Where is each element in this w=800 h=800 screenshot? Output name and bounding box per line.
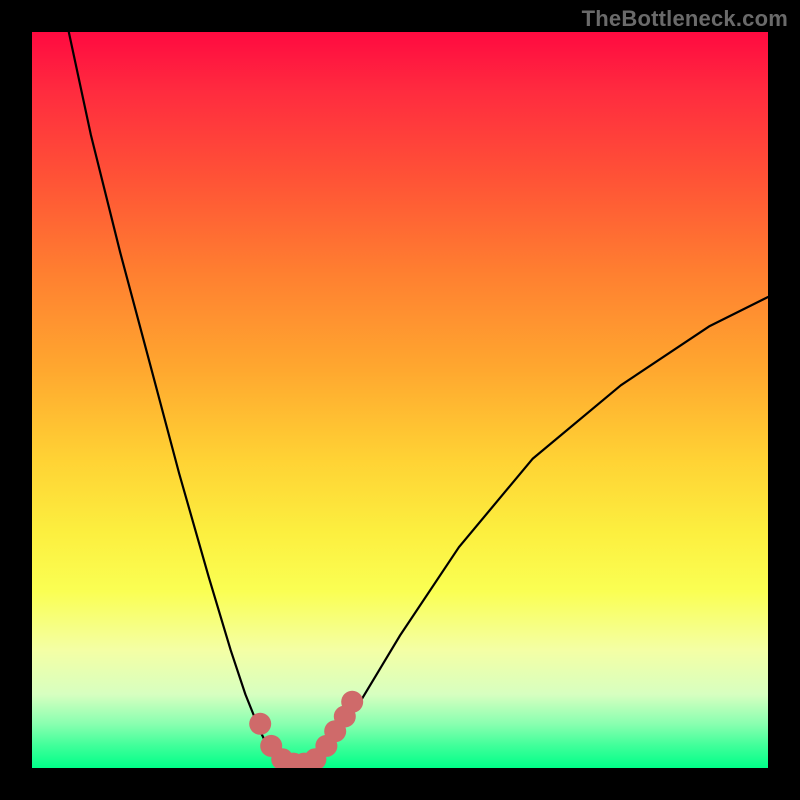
bottleneck-curve (69, 32, 768, 768)
highlight-dots (249, 691, 363, 768)
watermark-text: TheBottleneck.com (582, 6, 788, 32)
chart-plot-area (32, 32, 768, 768)
chart-svg (32, 32, 768, 768)
outer-frame: TheBottleneck.com (0, 0, 800, 800)
